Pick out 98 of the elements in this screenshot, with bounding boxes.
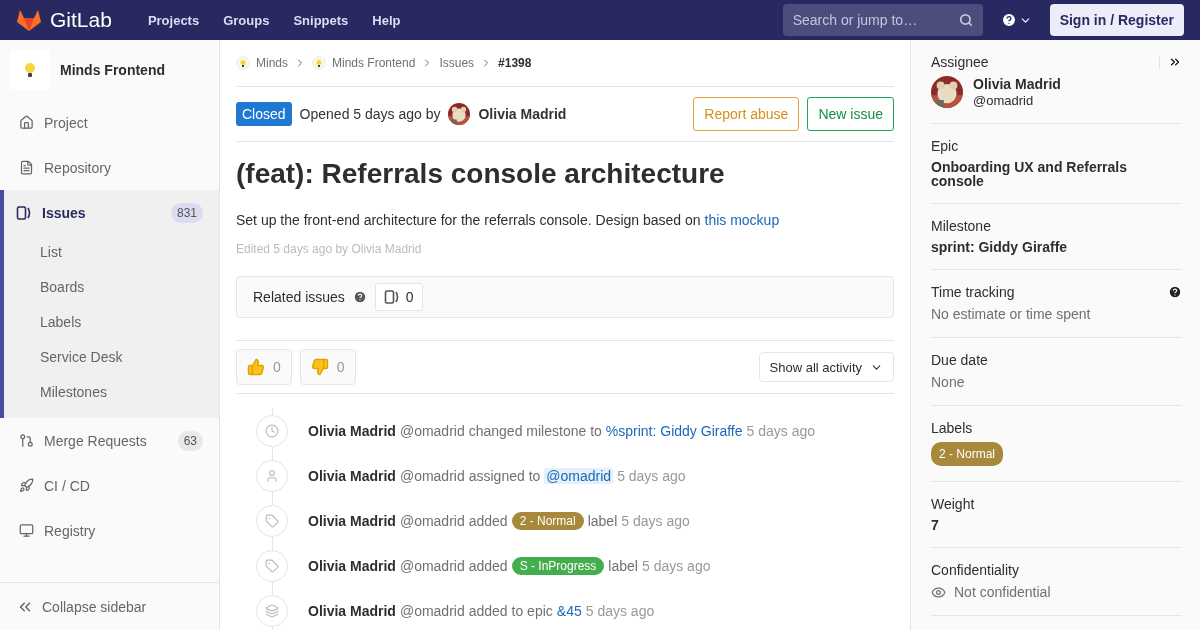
search-field[interactable]: Search or jump to…	[782, 4, 983, 36]
lightbulb-icon	[24, 62, 36, 78]
new-issue-button[interactable]: New issue	[807, 97, 894, 131]
activity-text: added	[468, 557, 508, 574]
nav-link[interactable]: Snippets	[285, 12, 357, 28]
help-icon	[1000, 12, 1017, 28]
related-count[interactable]: 0	[374, 283, 423, 311]
sidebar-item[interactable]: Registry	[4, 508, 219, 553]
sidebar-item[interactable]: CI / CD	[4, 463, 219, 508]
username: @omadrid	[399, 557, 465, 574]
timestamp: 5 days ago	[585, 602, 655, 619]
sidebar-subitem[interactable]: Boards	[4, 270, 219, 305]
user-mention[interactable]: @omadrid	[544, 467, 614, 484]
sidebar-subitem[interactable]: Service Desk	[4, 340, 219, 375]
sidebar-subitem[interactable]: Milestones	[4, 375, 219, 410]
activity-text: added	[468, 512, 508, 529]
document-icon	[19, 160, 34, 175]
activity-text: changed milestone to	[468, 422, 602, 439]
issues-icon	[16, 204, 32, 221]
username: @omadrid	[399, 467, 465, 484]
eye-icon	[931, 584, 946, 600]
label-tag[interactable]: 2 - Normal	[511, 511, 584, 530]
issues-icon	[383, 289, 400, 305]
activity-text: label	[587, 512, 618, 529]
author-name[interactable]: Olivia Madrid	[308, 557, 396, 574]
section-title: Due date	[931, 352, 988, 368]
help-icon[interactable]	[352, 290, 367, 304]
section-value: sprint: Giddy Giraffe	[931, 240, 1069, 254]
author-name[interactable]: Olivia Madrid	[308, 602, 396, 619]
section-value: Not confidential	[954, 584, 1051, 600]
monitor-icon	[19, 523, 34, 538]
section-title: Assignee	[931, 54, 989, 70]
sidebar-item[interactable]: Issues 831	[4, 190, 219, 235]
timestamp: 5 days ago	[617, 467, 686, 484]
breadcrumb-link[interactable]: Minds Frontend	[332, 56, 416, 70]
label-tag[interactable]: 2 - Normal	[931, 442, 1003, 466]
assignee-name[interactable]: Olivia Madrid	[973, 76, 1061, 91]
sidebar-item[interactable]: Project	[4, 100, 219, 145]
help-icon[interactable]	[1168, 285, 1182, 299]
nav-link[interactable]: Help	[364, 12, 409, 28]
merge-request-icon	[19, 433, 34, 448]
count-badge: 63	[177, 430, 203, 451]
section-title: Milestone	[931, 218, 991, 234]
help-button[interactable]	[1000, 12, 1032, 28]
status-badge: Closed	[236, 102, 292, 126]
activity-text: label	[608, 557, 638, 574]
home-icon	[19, 115, 34, 130]
section-value: 7	[931, 518, 940, 532]
sidebar-item[interactable]: Merge Requests 63	[4, 418, 219, 463]
sidebar-subitem[interactable]: Labels	[4, 305, 219, 340]
activity-filter-dropdown[interactable]: Show all activity	[758, 352, 894, 382]
thumbs-down-icon	[310, 358, 329, 376]
author-name[interactable]: Olivia Madrid	[308, 422, 396, 439]
section-title: Epic	[931, 138, 959, 154]
section-value: None	[931, 374, 966, 390]
section-value: No estimate or time spent	[931, 306, 1092, 322]
count-badge: 831	[170, 202, 203, 223]
nav-link[interactable]: Projects	[139, 12, 208, 28]
username: @omadrid	[399, 602, 465, 619]
author-name[interactable]: Olivia Madrid	[308, 512, 396, 529]
section-title: Labels	[931, 420, 973, 436]
nav-link[interactable]: Groups	[215, 12, 278, 28]
sidebar-subitem[interactable]: List	[4, 235, 219, 270]
timestamp: 5 days ago	[746, 422, 815, 439]
edited-note: Edited 5 days ago by Olivia Madrid	[236, 242, 423, 256]
double-chevron-icon	[1168, 55, 1182, 69]
sidebar-item[interactable]: Repository	[4, 145, 219, 190]
username: @omadrid	[399, 422, 465, 439]
project-name[interactable]: Minds Frontend	[60, 62, 165, 78]
issue-description: Set up the front-end architecture for the referrals console. Design based on this mockup	[236, 212, 781, 228]
section-title: Confidentiality	[931, 562, 1019, 578]
opened-text: Opened 5 days ago by	[299, 106, 441, 122]
timestamp: 5 days ago	[641, 557, 711, 574]
mockup-link[interactable]: this mockup	[704, 212, 780, 228]
reference-link[interactable]: &45	[556, 602, 582, 619]
sign-in-button[interactable]: Sign in / Register	[1049, 4, 1184, 36]
section-title: Weight	[931, 496, 975, 512]
timestamp: 5 days ago	[621, 512, 690, 529]
related-issues-title: Related issues	[253, 289, 345, 305]
breadcrumb-link[interactable]: #1398	[498, 56, 532, 70]
brand-name[interactable]: GitLab	[50, 8, 112, 32]
reference-link[interactable]: %sprint: Giddy Giraffe	[605, 422, 743, 439]
fox-logo-icon[interactable]	[16, 8, 42, 32]
author-name[interactable]: Olivia Madrid	[478, 106, 567, 122]
username: @omadrid	[973, 92, 1035, 108]
activity-text: assigned to	[468, 467, 541, 484]
activity-text: added to epic	[468, 602, 553, 619]
thumbs-up-icon	[247, 358, 265, 376]
username: @omadrid	[399, 512, 465, 529]
rocket-icon	[19, 478, 34, 493]
section-value: Onboarding UX and Referrals console	[931, 160, 1129, 188]
issue-title: (feat): Referrals console architecture	[236, 158, 726, 190]
expand-sidebar-button[interactable]	[1159, 55, 1182, 69]
search-icon	[958, 13, 973, 27]
author-name[interactable]: Olivia Madrid	[308, 467, 396, 484]
section-title: Time tracking	[931, 284, 1015, 300]
breadcrumb-link[interactable]: Minds	[256, 56, 288, 70]
breadcrumb-link[interactable]: Issues	[439, 56, 475, 70]
